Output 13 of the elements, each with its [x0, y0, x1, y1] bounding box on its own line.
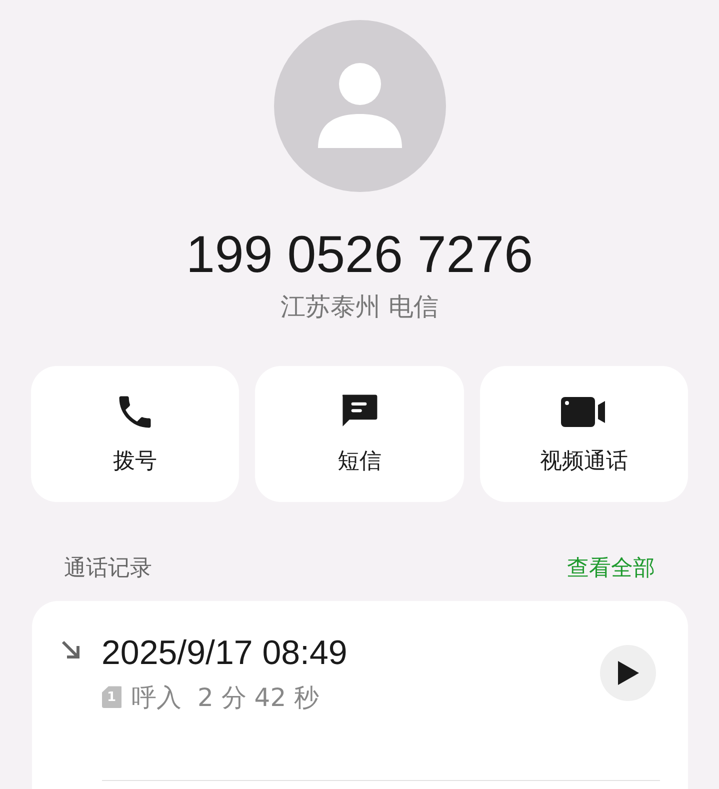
- sim-icon: 1: [102, 686, 122, 708]
- arrow-down-right-icon: [60, 638, 82, 660]
- call-type: 呼入: [132, 682, 182, 714]
- section-title: 通话记录: [64, 554, 152, 582]
- action-button[interactable]: 拨号: [31, 366, 240, 502]
- location-carrier: 江苏泰州 电信: [280, 291, 438, 323]
- video-camera-icon: [560, 395, 608, 429]
- call-datetime: 2025/9/17 08:49: [102, 632, 348, 674]
- action-button[interactable]: 视频通话: [480, 366, 688, 502]
- play-icon: [616, 660, 640, 686]
- phone-number: 199 0526 7276: [186, 225, 533, 286]
- action-button[interactable]: 短信: [255, 366, 464, 502]
- call-duration: 2 分 42 秒: [198, 682, 320, 714]
